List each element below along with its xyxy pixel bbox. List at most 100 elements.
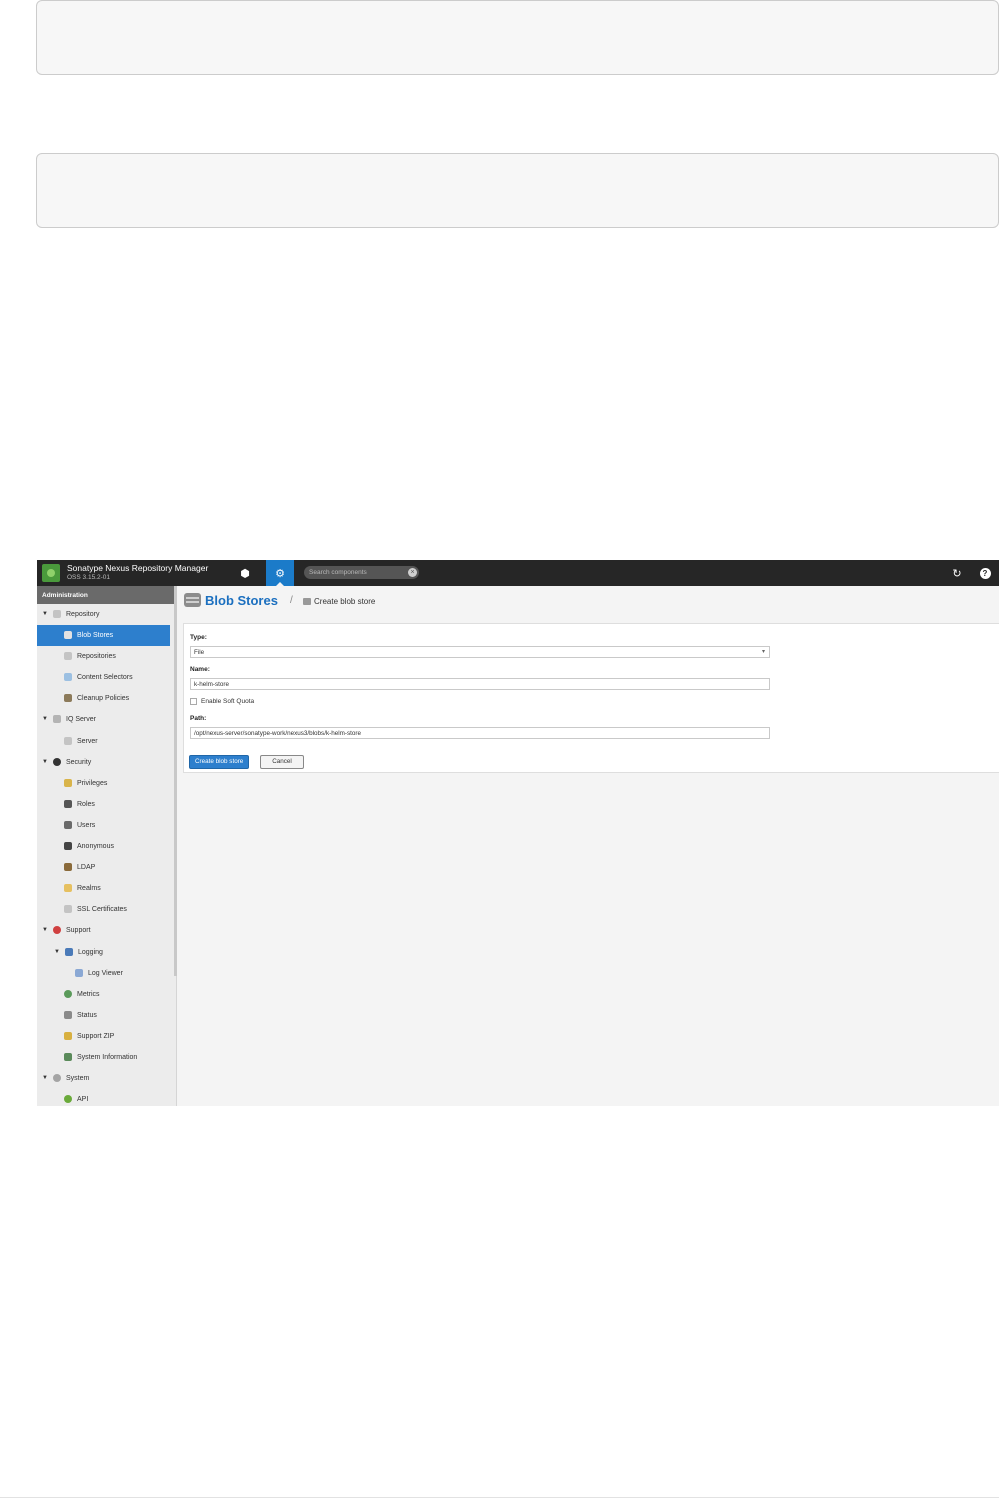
certificate-icon xyxy=(64,905,72,914)
sidebar-item-security[interactable]: ▼ Security xyxy=(37,752,176,773)
name-label: Name: xyxy=(190,666,210,673)
zip-icon xyxy=(64,1031,72,1040)
type-selected-value: File xyxy=(194,649,205,656)
sidebar-item-blob-stores[interactable]: Blob Stores xyxy=(37,625,170,647)
iq-server-icon xyxy=(53,715,61,724)
soft-quota-checkbox[interactable] xyxy=(190,698,197,705)
database-icon xyxy=(64,652,72,661)
app-version: OSS 3.15.2-01 xyxy=(67,574,110,581)
ldap-icon xyxy=(64,863,72,872)
sidebar-item-logging[interactable]: ▼ Logging xyxy=(37,942,176,963)
sidebar-item-repositories[interactable]: Repositories xyxy=(37,646,176,667)
page-bottom-rule xyxy=(0,1497,999,1498)
search-box: × xyxy=(304,566,419,579)
sidebar-item-label: Metrics xyxy=(77,990,100,998)
top-header: Sonatype Nexus Repository Manager OSS 3.… xyxy=(37,560,999,586)
sidebar-item-label: Support xyxy=(66,927,91,935)
content-selector-icon xyxy=(64,673,72,682)
expand-arrow-icon[interactable]: ▼ xyxy=(42,927,48,933)
sidebar-item-system[interactable]: ▼ System xyxy=(37,1068,176,1089)
sidebar-item-anonymous[interactable]: Anonymous xyxy=(37,836,176,857)
sidebar-item-support[interactable]: ▼ Support xyxy=(37,920,176,941)
sidebar-item-ssl-certificates[interactable]: SSL Certificates xyxy=(37,899,176,920)
create-blob-store-button[interactable]: Create blob store xyxy=(189,755,250,769)
sidebar-item-api[interactable]: API xyxy=(37,1089,176,1106)
sidebar-item-log-viewer[interactable]: Log Viewer xyxy=(37,963,176,984)
admin-gear-icon[interactable]: ⚙ xyxy=(266,560,294,586)
status-icon xyxy=(64,1010,72,1019)
sidebar-item-metrics[interactable]: Metrics xyxy=(37,984,176,1005)
sidebar-item-content-selectors[interactable]: Content Selectors xyxy=(37,667,176,688)
sidebar-item-cleanup-policies[interactable]: Cleanup Policies xyxy=(37,688,176,709)
search-input[interactable] xyxy=(309,567,399,578)
sidebar-item-status[interactable]: Status xyxy=(37,1005,176,1026)
server-icon xyxy=(64,736,72,745)
sidebar-item-label: Users xyxy=(77,821,96,829)
expand-arrow-icon[interactable]: ▼ xyxy=(42,1075,48,1081)
document-page: Sonatype Nexus Repository Manager OSS 3.… xyxy=(0,0,999,1499)
sidebar-item-label: Roles xyxy=(77,800,95,808)
sidebar-item-label: Cleanup Policies xyxy=(77,695,130,703)
soft-quota-label: Enable Soft Quota xyxy=(201,698,255,705)
api-icon xyxy=(64,1095,72,1104)
sidebar-item-label: Server xyxy=(77,737,98,745)
sidebar-item-label: Realms xyxy=(77,885,101,893)
sidebar-item-repository[interactable]: ▼ Repository xyxy=(37,604,176,625)
sidebar-item-privileges[interactable]: Privileges xyxy=(37,773,176,794)
expand-arrow-icon[interactable]: ▼ xyxy=(42,716,48,722)
system-info-icon xyxy=(64,1052,72,1061)
sidebar-item-support-zip[interactable]: Support ZIP xyxy=(37,1026,176,1047)
roles-icon xyxy=(64,799,72,808)
database-icon xyxy=(53,610,61,618)
admin-sidebar: Administration ▼ Repository Blob Stores … xyxy=(37,586,177,1106)
expand-arrow-icon[interactable]: ▼ xyxy=(42,759,48,765)
anonymous-icon xyxy=(64,842,72,851)
breadcrumb-separator: / xyxy=(290,595,293,606)
breadcrumb-current: Create blob store xyxy=(314,597,376,606)
users-icon xyxy=(64,820,72,829)
sidebar-item-label: Repositories xyxy=(77,653,116,661)
nexus-screenshot: Sonatype Nexus Repository Manager OSS 3.… xyxy=(37,560,999,1106)
chevron-down-icon: ▾ xyxy=(761,649,765,655)
refresh-icon[interactable]: ↻ xyxy=(944,560,970,586)
sidebar-item-realms[interactable]: Realms xyxy=(37,878,176,899)
sidebar-item-label: Logging xyxy=(78,948,103,956)
type-label: Type: xyxy=(190,634,207,641)
cancel-button[interactable]: Cancel xyxy=(260,755,304,769)
broom-icon xyxy=(64,694,72,703)
sidebar-item-roles[interactable]: Roles xyxy=(37,794,176,815)
log-viewer-icon xyxy=(75,968,83,977)
sidebar-item-label: API xyxy=(77,1096,89,1104)
sidebar-item-label: System xyxy=(66,1075,90,1083)
blob-store-icon xyxy=(64,631,72,640)
path-label: Path: xyxy=(190,715,207,722)
sidebar-item-server[interactable]: Server xyxy=(37,731,176,752)
name-field[interactable]: k-helm-store xyxy=(190,678,770,690)
clear-search-icon[interactable]: × xyxy=(408,568,417,577)
sidebar-item-label: Repository xyxy=(66,611,100,618)
sidebar-item-label: LDAP xyxy=(77,864,96,872)
breadcrumb-blob-stores-link[interactable]: Blob Stores xyxy=(205,593,278,608)
browse-cube-icon[interactable]: ⬢ xyxy=(232,560,258,586)
expand-arrow-icon[interactable]: ▼ xyxy=(54,949,60,955)
sidebar-item-label: SSL Certificates xyxy=(77,906,127,914)
create-blob-store-form: Type: File ▾ Name: k-helm-store Enable S… xyxy=(183,623,999,773)
sidebar-item-iq-server[interactable]: ▼ IQ Server xyxy=(37,709,176,730)
sidebar-scrollbar[interactable] xyxy=(174,586,177,976)
sidebar-item-label: System Information xyxy=(77,1053,138,1061)
sidebar-item-label: Status xyxy=(77,1011,97,1019)
help-icon[interactable]: ? xyxy=(972,560,998,586)
sidebar-item-users[interactable]: Users xyxy=(37,815,176,836)
nexus-logo-icon[interactable] xyxy=(42,564,60,582)
sidebar-item-system-information[interactable]: System Information xyxy=(37,1047,176,1068)
path-field[interactable]: /opt/nexus-server/sonatype-work/nexus3/b… xyxy=(190,727,770,739)
realms-icon xyxy=(64,884,72,893)
blob-store-small-icon xyxy=(303,598,311,605)
sidebar-item-label: Support ZIP xyxy=(77,1032,115,1040)
sidebar-item-ldap[interactable]: LDAP xyxy=(37,857,176,878)
support-icon xyxy=(53,926,61,935)
sidebar-item-label: Content Selectors xyxy=(77,674,133,682)
sidebar-item-label: Blob Stores xyxy=(77,632,114,640)
type-select[interactable]: File ▾ xyxy=(190,646,770,658)
expand-arrow-icon[interactable]: ▼ xyxy=(42,611,48,617)
